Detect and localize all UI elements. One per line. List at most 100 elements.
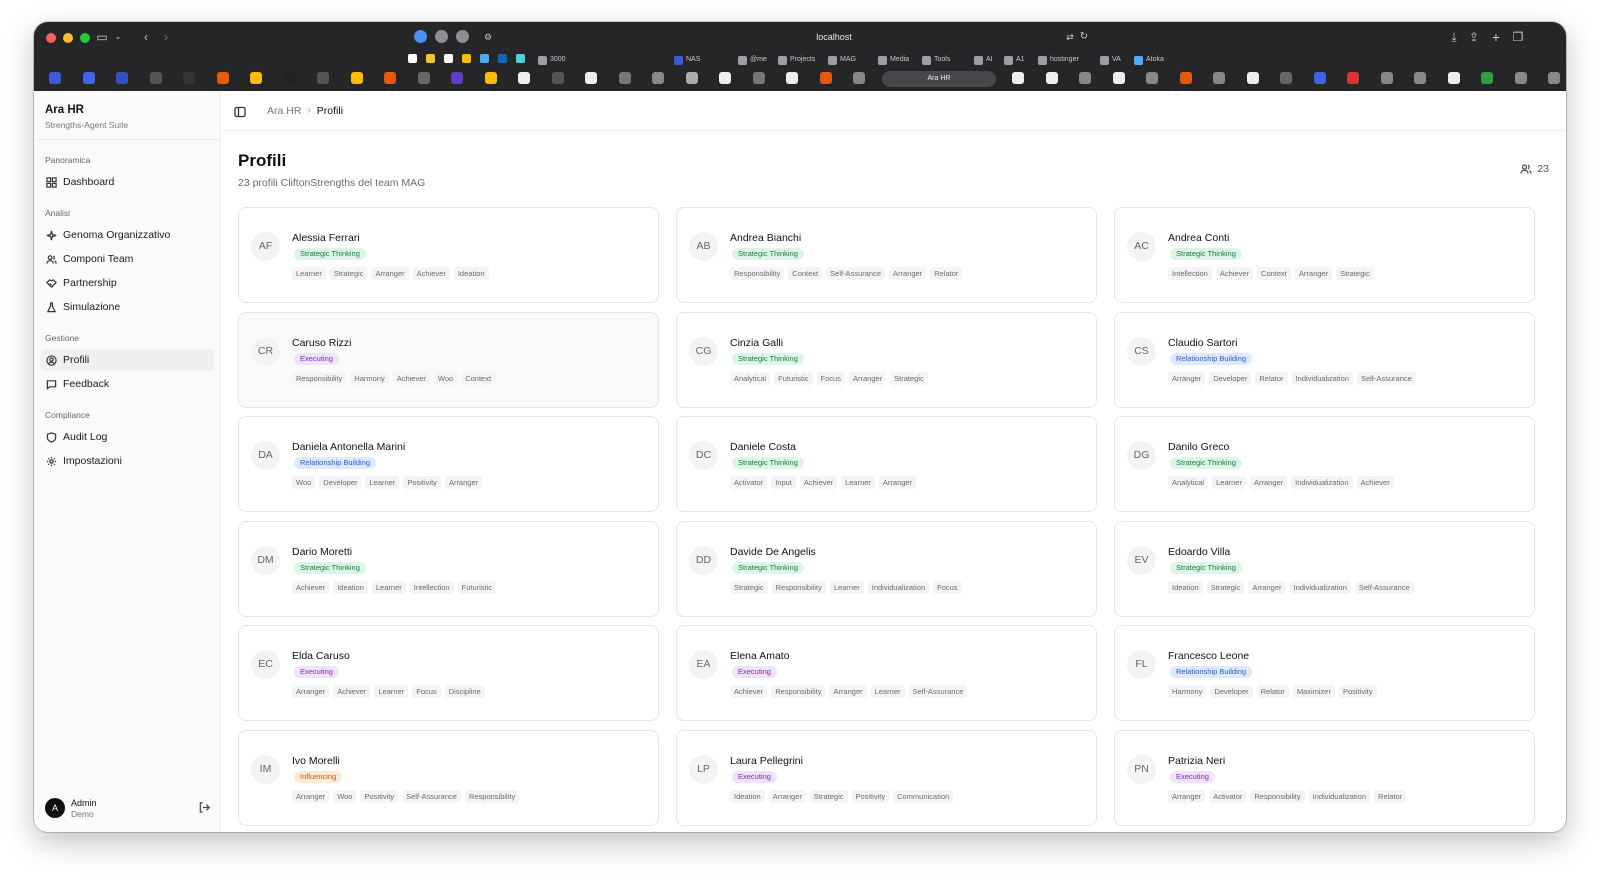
tab-favicon-icon[interactable] [250,72,262,84]
sidebar-item-componi-team[interactable]: Componi Team [40,248,214,270]
sidebar-item-impostazioni[interactable]: Impostazioni [40,450,214,472]
maximize-window-button[interactable] [80,33,90,43]
tab-favicon-icon[interactable] [652,72,664,84]
tab-favicon-icon[interactable] [1079,72,1091,84]
bookmark-item[interactable]: NAS [674,54,700,66]
bookmark-favicon[interactable] [426,54,435,63]
tab-favicon-icon[interactable] [719,72,731,84]
user-menu[interactable]: A Admin Demo [45,796,211,822]
profile-card[interactable]: IM Ivo Morelli Influencing Arranger Woo Posit… [238,729,659,826]
tab-favicon-icon[interactable] [1447,72,1460,84]
profile-card[interactable]: AB Andrea Bianchi Strategic Thinking Respon… [676,207,1097,303]
tab-favicon-icon[interactable] [216,72,229,84]
minimize-window-button[interactable] [63,33,73,43]
tab-favicon-icon[interactable] [49,72,61,84]
profile-card[interactable]: CS Claudio Sartori Relationship Building Ar… [1114,311,1535,408]
tab-favicon-icon[interactable] [317,72,329,84]
extension-icon[interactable] [435,30,448,43]
profile-card[interactable]: FL Francesco Leone Relationship Building Ha… [1114,625,1535,721]
sidebar-toggle-button[interactable] [234,105,246,118]
profile-card[interactable]: DD Davide De Angelis Strategic Thinking Str… [676,520,1097,617]
tab-favicon-icon[interactable] [1313,72,1326,84]
tab-favicon-icon[interactable] [585,72,597,84]
tab-favicon-icon[interactable] [283,72,296,84]
bookmark-favicon[interactable] [498,54,507,63]
tab-favicon-icon[interactable] [618,72,631,84]
bookmark-item[interactable]: MAG [828,54,856,66]
tab-favicon-icon[interactable] [1246,72,1259,84]
tab-favicon-icon[interactable] [82,72,95,84]
bookmark-favicon[interactable] [516,54,525,63]
bookmark-favicon[interactable] [480,54,489,63]
sidebar-item-partnership[interactable]: Partnership [40,272,214,294]
tab-favicon-icon[interactable] [350,72,363,84]
sidebar-item-audit-log[interactable]: Audit Log [40,426,214,448]
bookmark-favicon[interactable] [444,54,453,63]
tab-favicon-icon[interactable] [1012,72,1024,84]
logout-button[interactable] [198,801,211,814]
tab-favicon-icon[interactable] [1514,72,1527,84]
profile-card[interactable]: AC Andrea Conti Strategic Thinking Intellec… [1114,207,1535,303]
sidebar-item-dashboard[interactable]: Dashboard [40,171,214,193]
bookmark-item[interactable]: Projects [778,54,815,66]
bookmark-item[interactable]: Media [878,54,909,66]
bookmark-item[interactable]: VA [1100,54,1121,66]
bookmark-item[interactable]: Tools [922,54,950,66]
profile-card[interactable]: PN Patrizia Neri Executing Arranger Activato… [1114,729,1535,826]
profile-card[interactable]: CG Cinzia Galli Strategic Thinking Analytic… [676,311,1097,408]
tab-favicon-icon[interactable] [1548,72,1560,84]
tab-favicon-icon[interactable] [1045,72,1058,84]
profile-card[interactable]: DA Daniela Antonella Marini Relationship B… [238,416,659,512]
profile-card[interactable]: DM Dario Moretti Strategic Thinking Achieve… [238,520,659,617]
tab-favicon-icon[interactable] [451,72,463,84]
bookmark-item[interactable]: A1 [1004,54,1025,66]
bookmark-favicon[interactable] [462,54,471,63]
bookmark-item[interactable]: hostinger [1038,54,1079,66]
new-tab-icon[interactable]: + [1488,29,1504,45]
breadcrumb-link[interactable]: Ara HR [267,104,301,118]
address-bar[interactable]: localhost [734,29,934,45]
tab-active[interactable]: Ara HR [882,71,996,87]
profile-card[interactable]: DG Danilo Greco Strategic Thinking Analytic… [1114,416,1535,512]
sidebar-item-feedback[interactable]: Feedback [40,373,214,395]
tab-favicon-icon[interactable] [1347,72,1359,84]
share-icon[interactable]: ⇪ [1466,29,1482,45]
back-icon[interactable]: ‹ [138,29,154,45]
tab-favicon-icon[interactable] [183,72,195,84]
download-icon[interactable]: ⤓ [1446,29,1462,45]
tab-favicon-icon[interactable] [1146,72,1158,84]
tab-favicon-icon[interactable] [1414,72,1426,84]
bookmark-favicon[interactable] [408,54,417,63]
sidebar-item-profili[interactable]: Profili [40,349,214,371]
forward-icon[interactable]: › [158,29,174,45]
tab-favicon-icon[interactable] [1213,72,1225,84]
tab-favicon-icon[interactable] [1280,72,1292,84]
tab-favicon-icon[interactable] [518,72,530,84]
tab-favicon-icon[interactable] [786,72,798,84]
reload-icon[interactable]: ↻ [1076,29,1092,45]
tab-favicon-icon[interactable] [1380,72,1393,84]
profile-card[interactable]: DC Daniele Costa Strategic Thinking Activat… [676,416,1097,512]
bookmark-item[interactable]: AI [974,54,993,66]
tab-favicon-icon[interactable] [1112,72,1125,84]
close-window-button[interactable] [46,33,56,43]
profile-card[interactable]: LP Laura Pellegrini Executing Ideation Arran… [676,729,1097,826]
extension-icon[interactable] [456,30,469,43]
tab-favicon-icon[interactable] [819,72,832,84]
bookmark-item[interactable]: Atoka [1134,54,1164,66]
profile-card[interactable]: EA Elena Amato Executing Achiever Responsibi… [676,625,1097,721]
tab-favicon-icon[interactable] [417,72,430,84]
bookmark-item[interactable]: 3000 [538,54,566,66]
tab-favicon-icon[interactable] [685,72,698,84]
tab-favicon-icon[interactable] [1481,72,1493,84]
profile-card[interactable]: EV Edoardo Villa Strategic Thinking Ideatio… [1114,520,1535,617]
tab-favicon-icon[interactable] [484,72,497,84]
tab-favicon-icon[interactable] [149,72,162,84]
tab-favicon-icon[interactable] [116,72,128,84]
tab-favicon-icon[interactable] [1179,72,1192,84]
profile-card[interactable]: EC Elda Caruso Executing Arranger Achiever Le… [238,625,659,721]
tab-favicon-icon[interactable] [853,72,865,84]
bookmark-item[interactable]: @me [738,54,767,66]
tab-favicon-icon[interactable] [752,72,765,84]
sidebar-item-simulazione[interactable]: Simulazione [40,296,214,318]
